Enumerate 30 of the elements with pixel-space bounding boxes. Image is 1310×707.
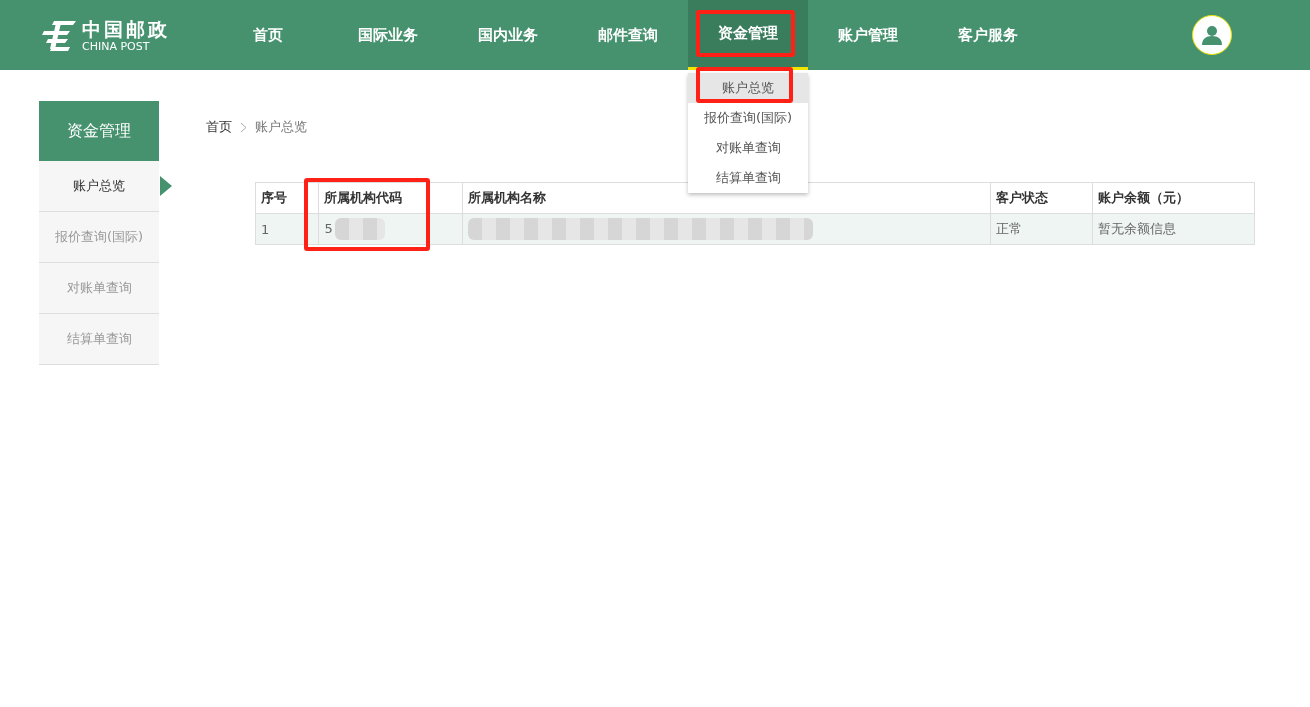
- logo-title: 中国邮政: [82, 17, 170, 40]
- chevron-icon: [240, 121, 247, 133]
- dropdown-item[interactable]: 报价查询(国际): [688, 103, 808, 133]
- breadcrumb-current: 账户总览: [255, 118, 307, 136]
- nav-tab[interactable]: 账户管理: [808, 0, 928, 70]
- sidebar-item[interactable]: 结算单查询: [39, 314, 159, 365]
- dropdown-item[interactable]: 结算单查询: [688, 163, 808, 193]
- sidebar-item[interactable]: 对账单查询: [39, 263, 159, 314]
- nav-tab[interactable]: 国际业务: [328, 0, 448, 70]
- nav-tab[interactable]: 邮件查询: [568, 0, 688, 70]
- user-avatar[interactable]: [1192, 15, 1232, 55]
- column-header: 所属机构名称: [468, 190, 547, 205]
- logo-subtitle: CHINA POST: [82, 39, 151, 53]
- table-cell: 1: [261, 221, 270, 237]
- column-header: 账户余额（元）: [1097, 190, 1189, 205]
- column-header: 序号: [261, 190, 287, 205]
- pointer-icon: [160, 176, 172, 196]
- dropdown-item[interactable]: 对账单查询: [688, 133, 808, 163]
- breadcrumb-link[interactable]: 首页: [206, 118, 232, 136]
- table-cell: 暂无余额信息: [1097, 221, 1176, 236]
- sidebar-title: 资金管理: [39, 101, 159, 161]
- sidebar-item[interactable]: 报价查询(国际): [39, 212, 159, 263]
- logo-icon: [40, 19, 76, 51]
- nav-tab[interactable]: 客户服务: [928, 0, 1048, 70]
- table-cell: 5: [324, 220, 333, 236]
- table-cell: 正常: [996, 221, 1023, 236]
- column-header: 所属机构代码: [324, 190, 403, 205]
- column-header: 客户状态: [996, 190, 1049, 205]
- nav-tab[interactable]: 国内业务: [448, 0, 568, 70]
- nav-tab[interactable]: 首页: [208, 0, 328, 70]
